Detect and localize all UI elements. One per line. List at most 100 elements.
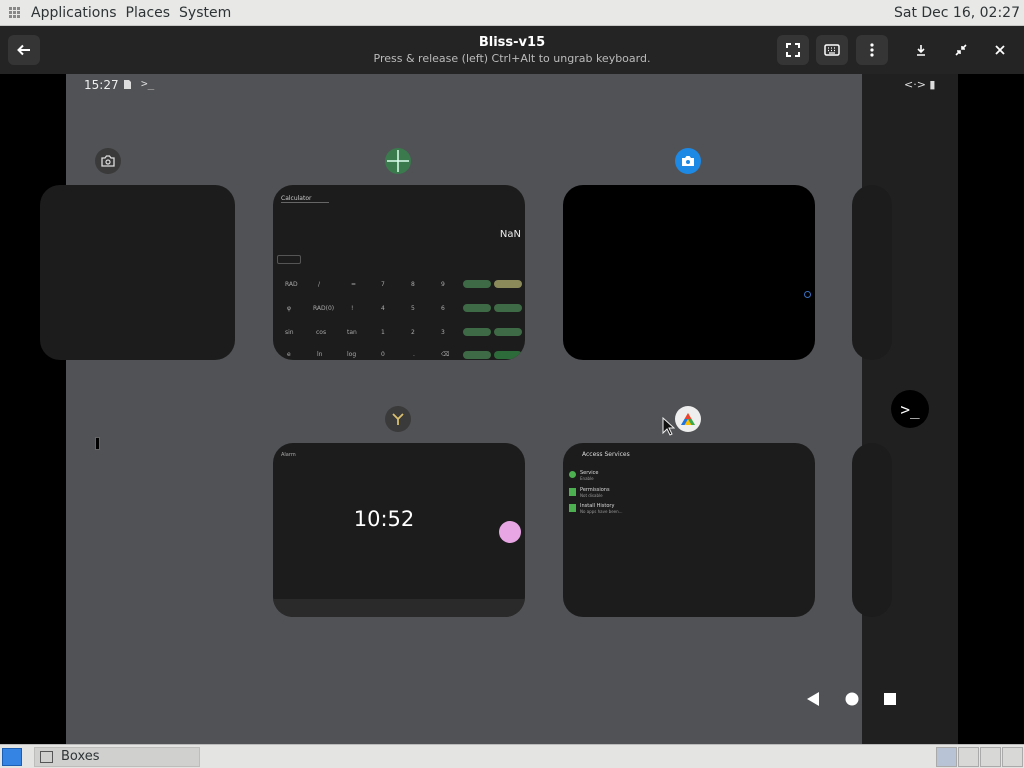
calc-key[interactable]: φ: [287, 305, 291, 312]
minimize-button[interactable]: [905, 35, 937, 65]
calculator-app-icon[interactable]: [385, 148, 411, 174]
calc-op-pill[interactable]: [463, 304, 491, 312]
service-item-sub: Enable: [580, 476, 594, 481]
recent-card-clock[interactable]: Alarm 10:52: [273, 443, 525, 617]
calc-ac-pill[interactable]: [494, 280, 522, 288]
google-drive-app-icon[interactable]: [675, 406, 701, 432]
unmaximize-button[interactable]: [945, 35, 977, 65]
calc-key[interactable]: tan: [347, 329, 357, 336]
recent-card-left[interactable]: [40, 185, 235, 360]
recent-card-right-edge-2[interactable]: [852, 443, 892, 617]
minimize-icon: [917, 45, 925, 56]
calc-key[interactable]: 6: [441, 305, 445, 312]
calc-key[interactable]: log: [347, 351, 356, 358]
access-services-title: Access Services: [582, 451, 630, 458]
install-history-item-icon: [569, 504, 576, 512]
workspace-2[interactable]: [958, 747, 979, 767]
recent-card-access-services[interactable]: Access Services Service Enable Permissio…: [563, 443, 815, 617]
android-status-time: 15:27: [84, 78, 119, 92]
fullscreen-button[interactable]: [777, 35, 809, 65]
calc-key[interactable]: 8: [411, 281, 415, 288]
boxes-headerbar: Bliss-v15 Press & release (left) Ctrl+Al…: [0, 26, 1024, 74]
calc-key[interactable]: ln: [317, 351, 322, 358]
menu-button[interactable]: [856, 35, 888, 65]
calc-key[interactable]: 9: [441, 281, 445, 288]
android-recents-button[interactable]: [882, 691, 898, 707]
camera-app-icon[interactable]: [95, 148, 121, 174]
restore-icon: [955, 44, 967, 56]
android-recents-screen[interactable]: [66, 74, 862, 744]
calc-key[interactable]: e: [287, 351, 291, 358]
calc-op-pill[interactable]: [463, 328, 491, 336]
small-black-marker: [95, 437, 100, 450]
install-history-item-sub: No apps have been...: [580, 509, 623, 514]
calc-key[interactable]: 3: [441, 329, 445, 336]
applications-grid-icon[interactable]: [9, 6, 21, 19]
close-button[interactable]: [984, 35, 1016, 65]
more-vertical-icon: [870, 43, 874, 57]
clock-fab-button[interactable]: [499, 521, 521, 543]
fullscreen-icon: [786, 43, 800, 57]
camera-shutter-icon[interactable]: [804, 291, 811, 298]
permissions-item-sub: Not disable: [580, 493, 603, 498]
calc-key[interactable]: 0: [381, 351, 385, 358]
calc-key[interactable]: cos: [316, 329, 326, 336]
calc-op-pill[interactable]: [494, 328, 522, 336]
calc-op-pill[interactable]: [494, 304, 522, 312]
android-status-right: <·> ▮: [904, 78, 936, 91]
android-home-button[interactable]: [844, 691, 860, 707]
calc-key[interactable]: 1: [381, 329, 385, 336]
clock-time: 10:52: [353, 507, 415, 531]
calculator-label: Calculator: [281, 195, 329, 203]
terminal-fab-button[interactable]: >_: [891, 390, 929, 428]
calc-op-pill[interactable]: [463, 280, 491, 288]
calc-key[interactable]: 5: [411, 305, 415, 312]
android-back-button[interactable]: [805, 691, 821, 707]
close-icon: [995, 45, 1005, 55]
taskbar-item-boxes[interactable]: Boxes: [34, 747, 200, 767]
show-desktop-button[interactable]: [2, 748, 22, 766]
mouse-cursor-icon: [662, 417, 675, 436]
calc-key[interactable]: 7: [381, 281, 385, 288]
calc-key[interactable]: !: [351, 305, 353, 312]
menu-applications[interactable]: Applications: [31, 5, 117, 21]
panel-clock[interactable]: Sat Dec 16, 02:27: [894, 5, 1020, 21]
workspace-1[interactable]: [936, 747, 957, 767]
terminal-status-icon: >_: [141, 77, 155, 90]
calculator-mode-select[interactable]: [277, 255, 301, 264]
camera-blue-app-icon[interactable]: [675, 148, 701, 174]
clock-bottom-tabs[interactable]: [273, 599, 525, 617]
sd-card-icon: [124, 80, 131, 89]
calc-key[interactable]: /: [318, 281, 320, 288]
keyboard-icon: [824, 44, 840, 56]
permissions-item-icon: [569, 488, 576, 496]
bottom-panel: Boxes: [0, 744, 1024, 768]
calc-equals-pill[interactable]: [494, 351, 522, 359]
calc-op-pill[interactable]: [463, 351, 491, 359]
calculator-display: NaN: [499, 229, 521, 240]
calc-key[interactable]: 4: [381, 305, 385, 312]
vm-display[interactable]: 15:27 >_ <·> ▮ Calculator NaN RAD / = 7 …: [0, 74, 1024, 744]
keyboard-button[interactable]: [816, 35, 848, 65]
recent-card-right-edge[interactable]: [852, 185, 892, 360]
calc-key[interactable]: 2: [411, 329, 415, 336]
calc-key[interactable]: sin: [285, 329, 294, 336]
boxes-window-icon: [40, 751, 53, 763]
calc-key[interactable]: RAD: [285, 281, 298, 288]
recent-card-camera[interactable]: [563, 185, 815, 360]
clock-header-label: Alarm: [281, 452, 296, 458]
terminal-prompt-icon: >_: [900, 399, 920, 419]
calc-key[interactable]: .: [413, 351, 415, 358]
menu-places[interactable]: Places: [126, 5, 171, 21]
workspace-4[interactable]: [1002, 747, 1023, 767]
calc-key[interactable]: ⌫: [441, 351, 449, 358]
calc-key[interactable]: =: [351, 281, 356, 288]
workspace-3[interactable]: [980, 747, 1001, 767]
top-panel: Applications Places System Sat Dec 16, 0…: [0, 0, 1024, 26]
menu-system[interactable]: System: [179, 5, 231, 21]
recent-card-calculator[interactable]: Calculator NaN RAD / = 7 8 9 φ RAD(0) ! …: [273, 185, 525, 360]
yacs-app-icon[interactable]: [385, 406, 411, 432]
taskbar-item-label: Boxes: [61, 749, 100, 764]
service-item-icon: [569, 471, 576, 478]
calc-key[interactable]: RAD(0): [313, 305, 334, 312]
